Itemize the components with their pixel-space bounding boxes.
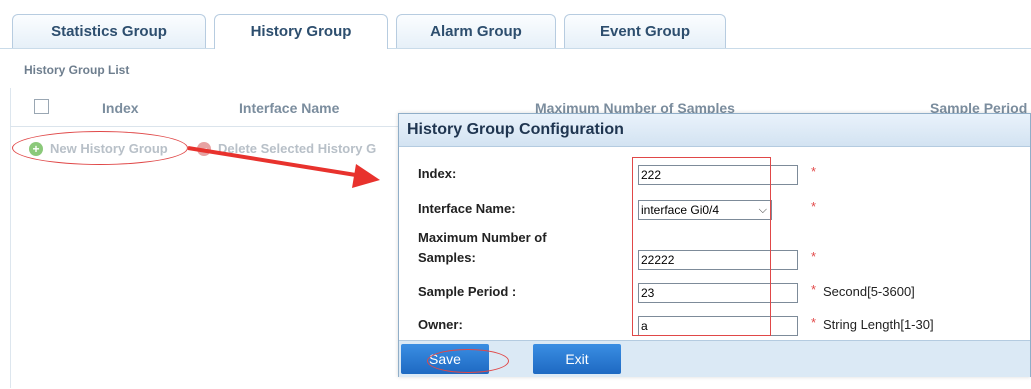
tab-alarm-group[interactable]: Alarm Group: [396, 14, 556, 48]
annotation-arrow: [187, 146, 380, 188]
tab-event-group[interactable]: Event Group: [564, 14, 726, 48]
list-title: History Group List: [24, 63, 130, 77]
interface-required: *: [811, 199, 817, 214]
select-all-checkbox[interactable]: [34, 99, 49, 114]
tab-bar: Statistics Group History Group Alarm Gro…: [0, 0, 1031, 49]
owner-label: Owner:: [418, 317, 463, 332]
interface-name-label: Interface Name:: [418, 201, 516, 216]
max-samples-label-line2: Samples:: [418, 250, 476, 265]
sample-period-required: *: [811, 282, 817, 297]
dialog-title: History Group Configuration: [399, 114, 1030, 147]
tab-history-group[interactable]: History Group: [214, 14, 388, 49]
exit-button[interactable]: Exit: [533, 344, 621, 374]
index-label: Index:: [418, 166, 457, 181]
column-index: Index: [102, 100, 139, 116]
owner-hint: String Length[1-30]: [823, 317, 934, 332]
sample-period-hint: Second[5-3600]: [823, 284, 915, 299]
annotation-ellipse: [12, 131, 188, 165]
sample-period-label: Sample Period :: [418, 284, 517, 299]
save-annotation-ellipse: [427, 349, 509, 373]
max-samples-label-line1: Maximum Number of: [418, 230, 547, 245]
annotation-rectangle: [632, 157, 771, 336]
max-samples-required: *: [811, 249, 817, 264]
index-required: *: [811, 164, 817, 179]
dialog-footer: Save Exit: [399, 340, 1030, 377]
owner-required: *: [811, 315, 817, 330]
column-interface-name: Interface Name: [239, 100, 340, 116]
tab-statistics-group[interactable]: Statistics Group: [12, 14, 206, 48]
